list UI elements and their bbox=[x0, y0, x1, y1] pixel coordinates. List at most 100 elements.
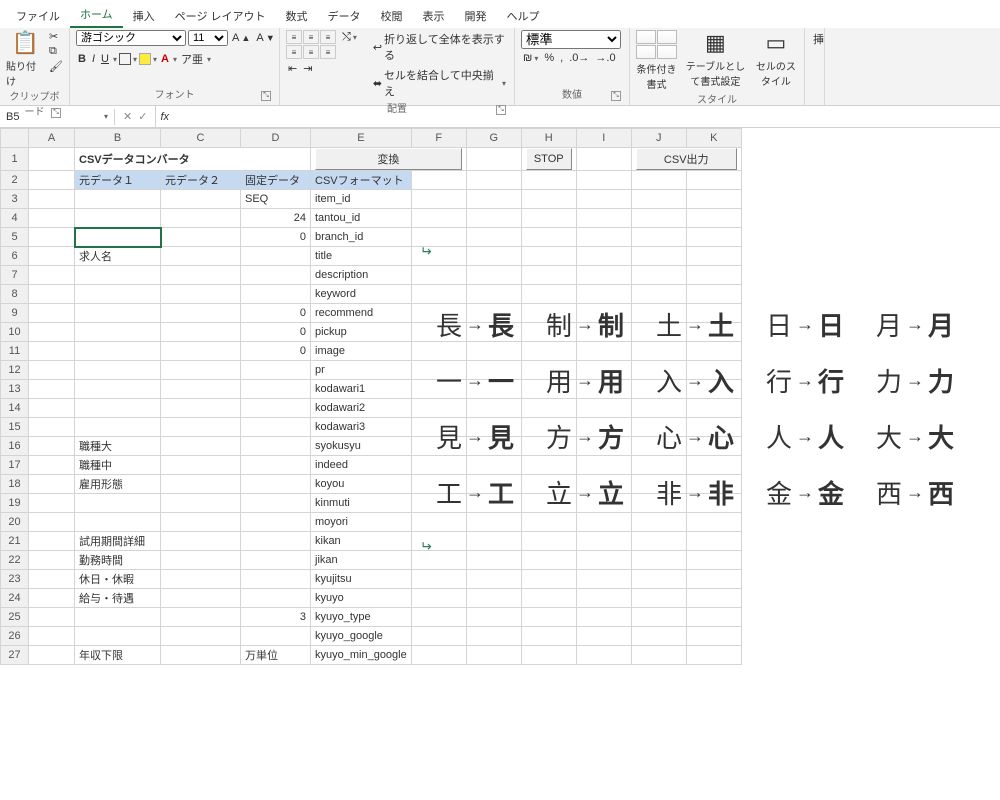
decrease-indent-button[interactable]: ⇤ bbox=[286, 61, 299, 76]
cell[interactable]: kodawari1 bbox=[311, 380, 412, 399]
cell[interactable] bbox=[241, 532, 311, 551]
cell[interactable]: pickup bbox=[311, 323, 412, 342]
row-header[interactable]: 3 bbox=[1, 190, 29, 209]
confirm-icon[interactable]: ✓ bbox=[138, 110, 147, 123]
cell[interactable] bbox=[241, 627, 311, 646]
format-painter-icon[interactable]: 🖌 bbox=[49, 60, 63, 73]
bold-button[interactable]: B bbox=[76, 52, 88, 66]
cell[interactable] bbox=[241, 380, 311, 399]
row-header[interactable]: 7 bbox=[1, 266, 29, 285]
cell[interactable]: 万単位 bbox=[241, 646, 311, 665]
cell[interactable] bbox=[241, 266, 311, 285]
cell[interactable] bbox=[241, 589, 311, 608]
cell[interactable] bbox=[161, 323, 241, 342]
cell[interactable] bbox=[161, 418, 241, 437]
cell[interactable]: 休日・休暇 bbox=[75, 570, 161, 589]
cell[interactable]: branch_id bbox=[311, 228, 412, 247]
cell[interactable]: SEQ bbox=[241, 190, 311, 209]
row-header[interactable]: 2 bbox=[1, 171, 29, 190]
cell[interactable]: 試用期間詳細 bbox=[75, 532, 161, 551]
cell[interactable]: recommend bbox=[311, 304, 412, 323]
row-header[interactable]: 10 bbox=[1, 323, 29, 342]
cell[interactable]: 0 bbox=[241, 342, 311, 361]
cell[interactable] bbox=[161, 456, 241, 475]
column-header[interactable]: E bbox=[311, 129, 412, 148]
row-header[interactable]: 4 bbox=[1, 209, 29, 228]
number-format-select[interactable]: 標準 bbox=[521, 30, 621, 49]
cell[interactable]: 勤務時間 bbox=[75, 551, 161, 570]
cell[interactable] bbox=[241, 551, 311, 570]
cell[interactable]: 職種大 bbox=[75, 437, 161, 456]
menu-item[interactable]: ファイル bbox=[6, 4, 70, 28]
row-header[interactable]: 22 bbox=[1, 551, 29, 570]
cell[interactable] bbox=[161, 399, 241, 418]
cell[interactable] bbox=[161, 475, 241, 494]
cell[interactable]: image bbox=[311, 342, 412, 361]
cell[interactable] bbox=[241, 456, 311, 475]
merge-center-button[interactable]: ⬌セルを結合して中央揃え▾ bbox=[371, 66, 508, 100]
cell[interactable] bbox=[75, 285, 161, 304]
wrap-text-button[interactable]: ↩折り返して全体を表示する bbox=[371, 30, 508, 64]
cell[interactable] bbox=[161, 513, 241, 532]
column-header[interactable]: H bbox=[521, 129, 576, 148]
cell[interactable]: title bbox=[311, 247, 412, 266]
font-color-button[interactable]: A bbox=[159, 52, 171, 66]
cell[interactable]: jikan bbox=[311, 551, 412, 570]
cell[interactable]: indeed bbox=[311, 456, 412, 475]
cell[interactable] bbox=[161, 646, 241, 665]
cell[interactable] bbox=[75, 361, 161, 380]
border-button[interactable] bbox=[119, 53, 131, 65]
decrease-decimal-button[interactable]: →.0 bbox=[593, 51, 617, 65]
row-header[interactable]: 12 bbox=[1, 361, 29, 380]
cell[interactable] bbox=[241, 247, 311, 266]
menu-item[interactable]: データ bbox=[318, 4, 371, 28]
row-header[interactable]: 25 bbox=[1, 608, 29, 627]
cell[interactable]: 求人名 bbox=[75, 247, 161, 266]
dialog-launcher-icon[interactable]: ⤡ bbox=[496, 105, 506, 115]
dialog-launcher-icon[interactable]: ⤡ bbox=[611, 91, 621, 101]
select-all[interactable] bbox=[1, 129, 29, 148]
percent-button[interactable]: % bbox=[542, 51, 556, 65]
increase-decimal-button[interactable]: .0→ bbox=[567, 51, 591, 65]
row-header[interactable]: 21 bbox=[1, 532, 29, 551]
cell[interactable]: kyuyo_min_google bbox=[311, 646, 412, 665]
row-header[interactable]: 13 bbox=[1, 380, 29, 399]
cell-styles-button[interactable]: ▭ セルのスタイル bbox=[754, 30, 798, 88]
fill-color-button[interactable] bbox=[139, 53, 151, 65]
cell[interactable] bbox=[75, 190, 161, 209]
cell[interactable]: kikan bbox=[311, 532, 412, 551]
row-header[interactable]: 5 bbox=[1, 228, 29, 247]
underline-button[interactable]: U bbox=[99, 52, 111, 66]
row-header[interactable]: 11 bbox=[1, 342, 29, 361]
cell[interactable]: 0 bbox=[241, 323, 311, 342]
cell[interactable] bbox=[241, 285, 311, 304]
cell[interactable]: koyou bbox=[311, 475, 412, 494]
cell[interactable] bbox=[161, 608, 241, 627]
cell[interactable] bbox=[75, 266, 161, 285]
column-header[interactable]: K bbox=[686, 129, 741, 148]
cell[interactable]: kyuyo_type bbox=[311, 608, 412, 627]
insert-button[interactable]: 挿 bbox=[811, 30, 826, 48]
cell[interactable] bbox=[161, 285, 241, 304]
increase-font-icon[interactable]: A▲ bbox=[230, 31, 252, 45]
column-header[interactable]: I bbox=[576, 129, 631, 148]
cell[interactable]: kinmuti bbox=[311, 494, 412, 513]
cell[interactable] bbox=[75, 513, 161, 532]
cell[interactable] bbox=[161, 551, 241, 570]
row-header[interactable]: 8 bbox=[1, 285, 29, 304]
menu-item[interactable]: ホーム bbox=[70, 2, 123, 28]
font-size-select[interactable]: 11 bbox=[188, 30, 228, 46]
cell[interactable] bbox=[161, 209, 241, 228]
cell[interactable]: 0 bbox=[241, 304, 311, 323]
row-header[interactable]: 18 bbox=[1, 475, 29, 494]
cell[interactable]: kyuyo bbox=[311, 589, 412, 608]
cell[interactable] bbox=[161, 570, 241, 589]
cell[interactable]: kodawari3 bbox=[311, 418, 412, 437]
column-header[interactable]: D bbox=[241, 129, 311, 148]
row-header[interactable]: 19 bbox=[1, 494, 29, 513]
cell[interactable] bbox=[75, 304, 161, 323]
cell[interactable] bbox=[75, 323, 161, 342]
cell[interactable] bbox=[241, 399, 311, 418]
decrease-font-icon[interactable]: A▼ bbox=[254, 31, 276, 45]
row-header[interactable]: 20 bbox=[1, 513, 29, 532]
